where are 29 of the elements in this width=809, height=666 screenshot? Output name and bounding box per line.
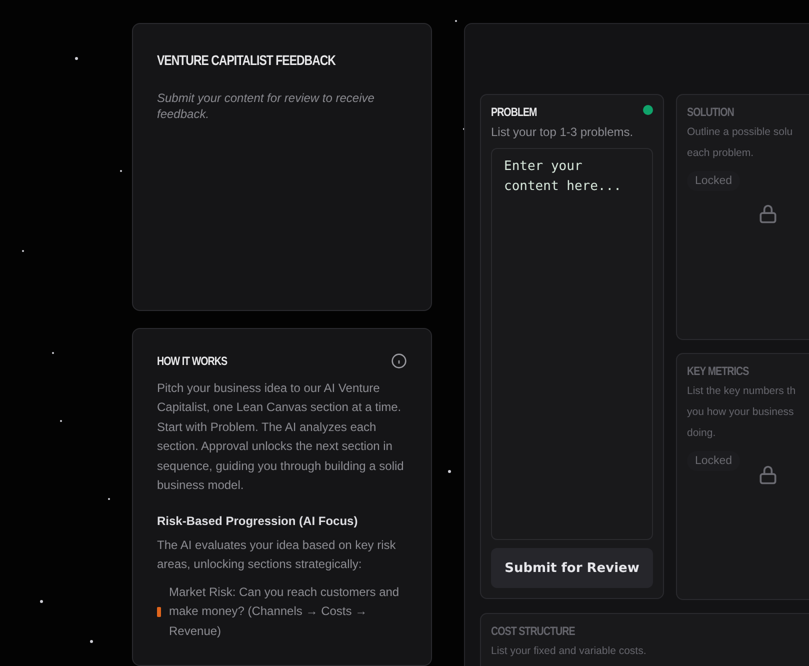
section-description: you how your business bbox=[687, 405, 795, 420]
section-description: doing. bbox=[687, 426, 717, 441]
info-icon[interactable] bbox=[391, 352, 407, 368]
content-field[interactable]: Enter your content here... bbox=[491, 148, 653, 540]
section-title: PROBLEM bbox=[491, 105, 537, 119]
star-dot bbox=[90, 640, 93, 643]
locked-badge: Locked bbox=[687, 451, 740, 471]
submit-button[interactable]: Submit for Review bbox=[491, 548, 653, 588]
lock-icon bbox=[757, 464, 779, 486]
body-paragraph: The AI evaluates your idea based on key risk areas, unlocking sections strategically: bbox=[157, 536, 397, 573]
section-description: Outline a possible solu bbox=[687, 125, 794, 140]
feedback-message: Submit your content for review to receive feedback. bbox=[157, 90, 376, 122]
risk-item: Market Risk: Can you reach customers and make money? (Channels → Costs → Revenue) bbox=[169, 584, 400, 640]
section-description: List your fixed and variable costs. bbox=[491, 644, 648, 659]
section-title: SOLUTION bbox=[687, 105, 734, 119]
intro-paragraph: Pitch your business idea to our AI Venture Capitalist, one Lean Canvas section at a time. Start with Problem. The AI analyzes each section. Approval unlocks the next section in sequence, guiding you through building a solid business model. bbox=[157, 380, 405, 494]
lock-icon bbox=[757, 203, 779, 225]
section-heading: Risk-Based Progression (AI Focus) bbox=[157, 514, 359, 528]
star-dot bbox=[448, 470, 451, 473]
section-description: each problem. bbox=[687, 146, 755, 161]
card-title: HOW IT WORKS bbox=[157, 354, 228, 368]
section-title: KEY METRICS bbox=[687, 364, 749, 378]
star-dot bbox=[75, 57, 78, 60]
section-description: List your top 1-3 problems. bbox=[491, 124, 634, 140]
section-description: List the key numbers th bbox=[687, 384, 797, 399]
card-title: VENTURE CAPITALIST FEEDBACK bbox=[157, 52, 336, 68]
star-dot bbox=[40, 600, 43, 603]
locked-badge: Locked bbox=[687, 171, 740, 191]
section-title: COST STRUCTURE bbox=[491, 624, 575, 638]
